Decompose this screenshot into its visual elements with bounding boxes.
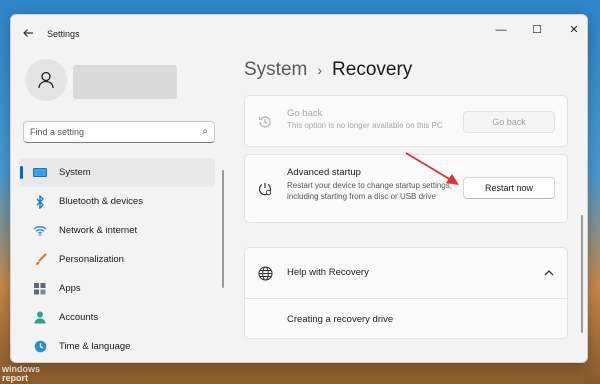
help-title: Help with Recovery (287, 267, 369, 278)
minimize-button[interactable]: — (494, 23, 508, 37)
go-back-title: Go back (287, 108, 323, 119)
avatar[interactable] (25, 59, 67, 101)
content-scrollbar[interactable] (581, 215, 583, 333)
search-box[interactable]: ⌕ (23, 121, 215, 143)
advanced-startup-description: Restart your device to change startup se… (287, 181, 452, 201)
breadcrumb: System › Recovery (244, 59, 412, 81)
breadcrumb-separator: › (317, 62, 323, 78)
wifi-icon (33, 224, 47, 238)
search-icon[interactable]: ⌕ (202, 126, 208, 137)
sidebar-item-label: Apps (59, 283, 81, 294)
sidebar-item-bluetooth[interactable]: Bluetooth & devices (19, 187, 215, 216)
settings-window: Settings — ☐ ✕ ⌕ System Bluetooth & devi… (10, 14, 588, 363)
sidebar-item-system[interactable]: System (19, 158, 215, 187)
back-arrow-icon[interactable] (21, 27, 35, 41)
sidebar-item-label: Bluetooth & devices (59, 196, 143, 207)
window-title: Settings (47, 29, 80, 39)
sidebar-item-apps[interactable]: Apps (19, 274, 215, 303)
chevron-up-icon[interactable] (543, 266, 555, 278)
sidebar-item-label: System (59, 167, 91, 178)
advanced-startup-card: Advanced startup Restart your device to … (244, 154, 568, 223)
globe-icon (257, 265, 273, 281)
sidebar-item-personalization[interactable]: Personalization (19, 245, 215, 274)
sidebar-item-time-language[interactable]: Time & language (19, 332, 215, 361)
search-input[interactable] (24, 126, 192, 138)
sidebar-item-label: Network & internet (59, 225, 138, 236)
startup-restart-icon (257, 181, 273, 197)
user-icon (38, 71, 54, 89)
close-button[interactable]: ✕ (567, 23, 581, 37)
accounts-icon (33, 311, 47, 325)
help-link-recovery-drive[interactable]: Creating a recovery drive (287, 314, 393, 325)
restart-now-button[interactable]: Restart now (463, 177, 555, 199)
history-icon (257, 114, 273, 130)
apps-icon (33, 282, 47, 296)
sidebar-nav: System Bluetooth & devices Network & int… (19, 158, 215, 361)
watermark-line2: report (2, 373, 29, 383)
active-indicator (20, 166, 23, 179)
sidebar-item-label: Personalization (59, 254, 124, 265)
sidebar-item-accounts[interactable]: Accounts (19, 303, 215, 332)
advanced-startup-title: Advanced startup (287, 167, 361, 178)
maximize-button[interactable]: ☐ (530, 23, 544, 37)
username-redacted (73, 65, 177, 99)
sidebar-item-label: Time & language (59, 341, 131, 352)
help-with-recovery-card: Help with Recovery Creating a recovery d… (244, 247, 568, 339)
watermark: windows report (2, 365, 40, 383)
globe-clock-icon (33, 340, 47, 354)
title-bar: Settings — ☐ ✕ (11, 15, 587, 53)
sidebar-item-network[interactable]: Network & internet (19, 216, 215, 245)
breadcrumb-system[interactable]: System (244, 59, 307, 81)
sidebar-item-label: Accounts (59, 312, 99, 323)
page-title: Recovery (332, 59, 413, 80)
system-icon (33, 166, 47, 180)
help-header[interactable]: Help with Recovery (245, 248, 567, 299)
brush-icon (33, 253, 47, 267)
sidebar-scrollbar[interactable] (222, 170, 224, 288)
go-back-button[interactable]: Go back (463, 111, 555, 133)
go-back-description: This option is no longer available on th… (287, 121, 443, 130)
bluetooth-icon (33, 194, 47, 209)
go-back-card: Go back This option is no longer availab… (244, 95, 568, 147)
